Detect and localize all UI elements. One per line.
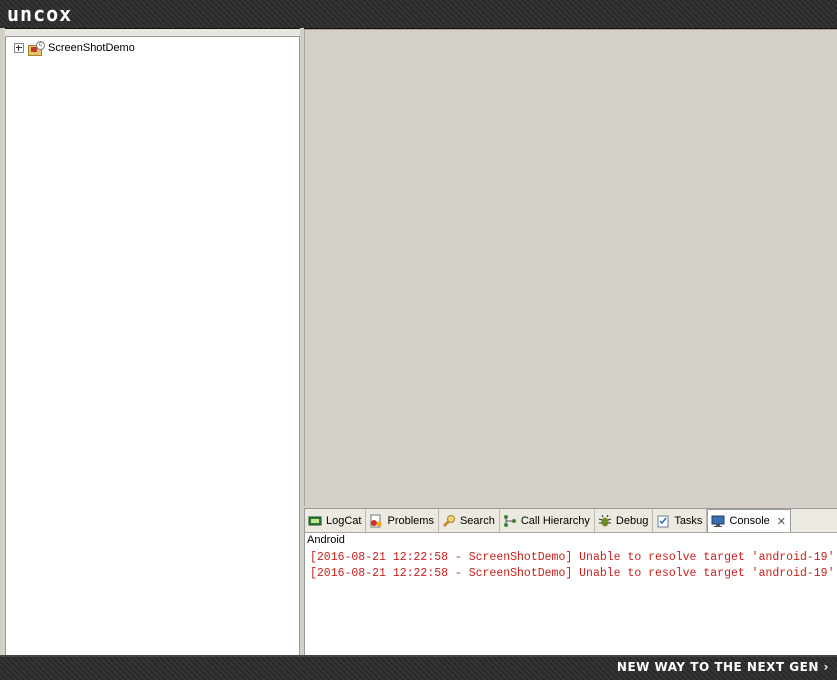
tree-item-screenshotdemo[interactable]: c ScreenShotDemo	[14, 40, 135, 56]
call-hierarchy-icon	[503, 514, 517, 528]
tab-label: Debug	[615, 514, 649, 527]
console-line: [2016-08-21 12:22:58 - ScreenShotDemo] U…	[310, 551, 835, 564]
tab-label: Problems	[387, 514, 434, 527]
tab-label: Tasks	[674, 514, 703, 527]
header-bar: uncox	[0, 0, 837, 29]
logcat-icon	[308, 514, 322, 528]
tree-item-label: ScreenShotDemo	[48, 42, 135, 54]
footer-slogan: NEW WAY TO THE NEXT GEN ›	[616, 660, 829, 674]
tab-call-hierarchy[interactable]: Call Hierarchy	[500, 509, 595, 532]
tab-search[interactable]: Search	[439, 509, 500, 532]
tab-debug[interactable]: Debug	[595, 509, 654, 532]
tab-tasks[interactable]: Tasks	[653, 509, 708, 532]
console-icon	[711, 514, 725, 528]
footer-bar: NEW WAY TO THE NEXT GEN ›	[0, 655, 837, 680]
close-icon[interactable]: ✕	[777, 515, 786, 528]
expand-icon[interactable]	[14, 43, 24, 53]
uncox-logo: uncox	[7, 2, 73, 26]
console-title: Android	[307, 534, 345, 546]
tab-console[interactable]: Console ✕	[707, 509, 792, 532]
bottom-panel: LogCat Problems Search Call Hierarchy De…	[304, 508, 837, 658]
tab-problems[interactable]: Problems	[366, 509, 439, 532]
android-project-icon: c	[28, 41, 45, 56]
tab-label: Search	[459, 514, 495, 527]
editor-area	[304, 29, 837, 506]
tab-label: LogCat	[326, 514, 362, 527]
package-explorer: c ScreenShotDemo	[5, 36, 300, 657]
bottom-tabs: LogCat Problems Search Call Hierarchy De…	[305, 509, 837, 533]
tab-logcat[interactable]: LogCat	[305, 509, 367, 532]
console-line: [2016-08-21 12:22:58 - ScreenShotDemo] U…	[310, 567, 835, 580]
tab-label: Call Hierarchy	[520, 514, 590, 527]
tab-label: Console	[729, 515, 770, 527]
debug-icon	[598, 514, 612, 528]
tasks-icon	[656, 514, 670, 528]
problems-icon	[369, 514, 383, 528]
search-icon	[442, 514, 456, 528]
